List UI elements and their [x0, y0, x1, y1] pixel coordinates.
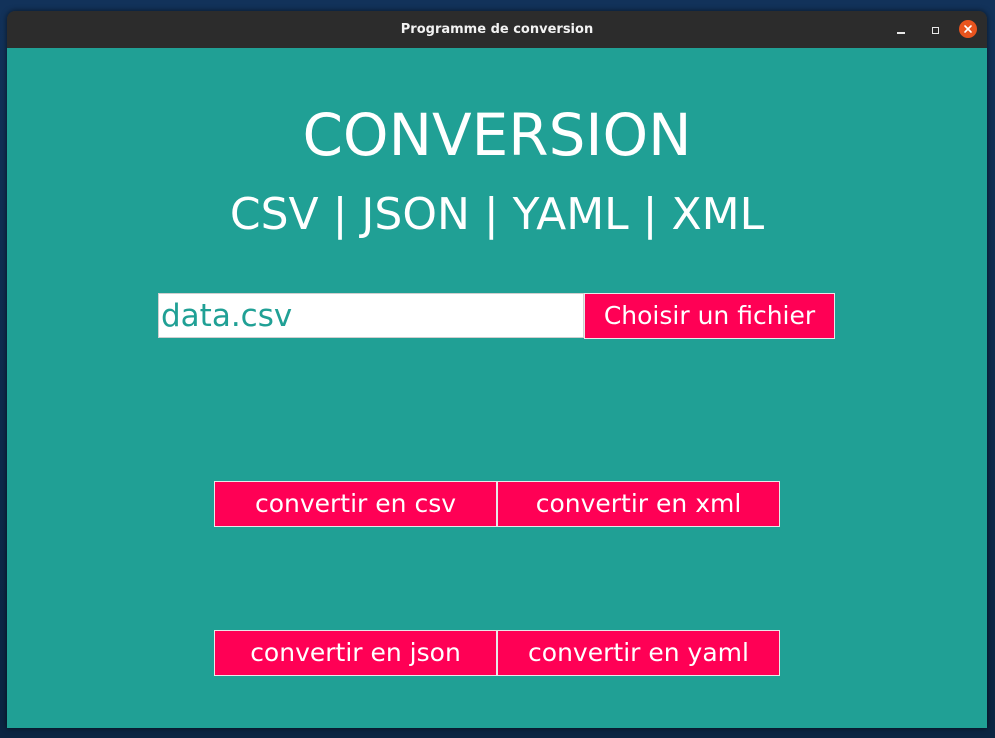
close-icon — [964, 25, 972, 33]
convert-yaml-button[interactable]: convertir en yaml — [497, 630, 780, 676]
close-button[interactable] — [959, 20, 977, 38]
choose-file-button[interactable]: Choisir un fichier — [584, 293, 835, 339]
main-content: CONVERSION CSV | JSON | YAML | XML Chois… — [7, 48, 987, 728]
page-subtitle: CSV | JSON | YAML | XML — [229, 189, 765, 240]
page-title: CONVERSION — [302, 101, 692, 169]
minimize-icon — [897, 32, 905, 34]
minimize-button[interactable] — [891, 20, 911, 40]
file-path-input[interactable] — [158, 293, 584, 338]
convert-csv-button[interactable]: convertir en csv — [214, 481, 497, 527]
convert-xml-button[interactable]: convertir en xml — [497, 481, 780, 527]
convert-json-button[interactable]: convertir en json — [214, 630, 497, 676]
title-bar[interactable]: Programme de conversion — [7, 11, 987, 48]
maximize-button[interactable] — [925, 20, 945, 40]
maximize-icon — [931, 26, 939, 34]
app-window: Programme de conversion CONVERSION CSV |… — [7, 11, 987, 728]
window-title: Programme de conversion — [400, 22, 594, 37]
